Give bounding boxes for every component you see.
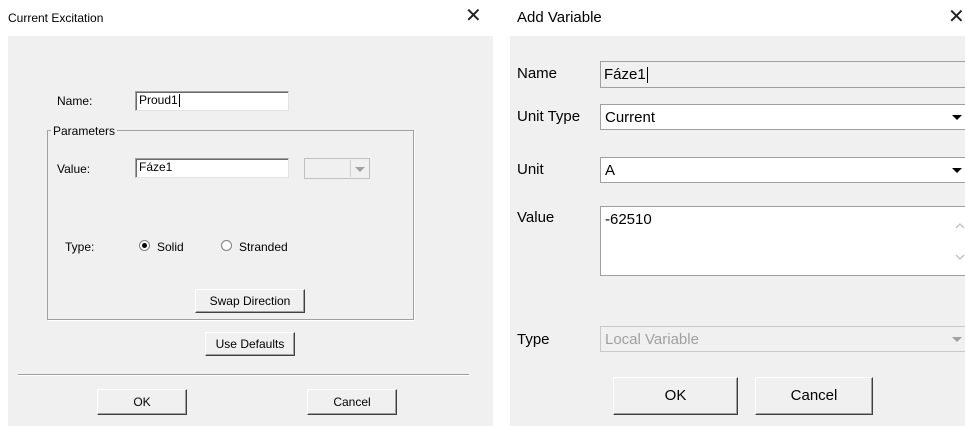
type-combo[interactable]: Local Variable [600,326,965,352]
value-input[interactable]: Fáze1 [135,158,289,178]
value-label: Value [517,209,555,226]
value-input-value: Fáze1 [139,160,173,174]
value-textarea[interactable]: -62510 [600,206,965,276]
name-input[interactable]: Fáze1 [600,61,965,88]
type-label: Type [517,331,550,348]
use-defaults-button[interactable]: Use Defaults [205,332,295,356]
chevron-down-icon[interactable] [948,106,965,128]
value-unit-combo[interactable] [304,158,370,179]
dialog-title: Current Excitation [8,11,104,25]
scroll-up-icon [955,223,965,229]
stranded-radio[interactable] [221,240,232,251]
unit-combo[interactable]: A [600,157,965,183]
name-label: Name [517,65,558,82]
cancel-button[interactable]: Cancel [755,377,873,415]
value-label: Value: [57,162,91,176]
solid-radio-label[interactable]: Solid [157,240,184,254]
unit-type-label: Unit Type [517,108,581,125]
name-input[interactable]: Proud1 [135,91,289,111]
combo-value: A [605,162,616,179]
type-label: Type: [65,240,95,254]
close-icon[interactable]: ✕ [465,6,482,26]
scroll-arrows [955,223,965,260]
parameters-label: Parameters [51,124,118,138]
ok-button[interactable]: OK [97,389,187,415]
chevron-down-icon[interactable] [948,159,965,181]
close-icon[interactable]: ✕ [948,7,965,27]
combo-value: Local Variable [605,331,699,348]
dialog-body: Name Fáze1 Unit Type Current Unit A Valu… [510,36,965,426]
scroll-down-icon [955,254,965,260]
chevron-down-icon[interactable] [350,160,368,177]
dialog-title: Add Variable [517,9,602,26]
unit-label: Unit [517,161,544,178]
combo-value: Current [605,109,656,126]
name-input-value: Fáze1 [604,66,646,83]
add-variable-dialog: Add Variable ✕ Name Fáze1 Unit Type Curr… [503,0,965,426]
value-textarea-text: -62510 [605,211,652,228]
titlebar: Current Excitation ✕ [0,0,493,36]
name-label: Name: [57,94,93,108]
ok-button[interactable]: OK [613,377,738,415]
divider [18,374,469,376]
titlebar: Add Variable ✕ [503,0,965,36]
text-caret [178,94,180,108]
text-caret [646,67,648,84]
stranded-radio-label[interactable]: Stranded [239,240,288,254]
gap [493,0,503,426]
name-input-value: Proud1 [139,93,178,107]
solid-radio[interactable] [139,240,150,251]
dialog-body: Name: Proud1 Parameters Value: Fáze1 Typ… [8,36,493,426]
cancel-button[interactable]: Cancel [307,389,397,415]
radio-dot [142,243,147,248]
scrollbar[interactable] [952,208,965,274]
swap-direction-button[interactable]: Swap Direction [195,289,305,313]
chevron-down-icon[interactable] [948,328,965,350]
current-excitation-dialog: Current Excitation ✕ Name: Proud1 Parame… [0,0,493,426]
unit-type-combo[interactable]: Current [600,104,965,130]
